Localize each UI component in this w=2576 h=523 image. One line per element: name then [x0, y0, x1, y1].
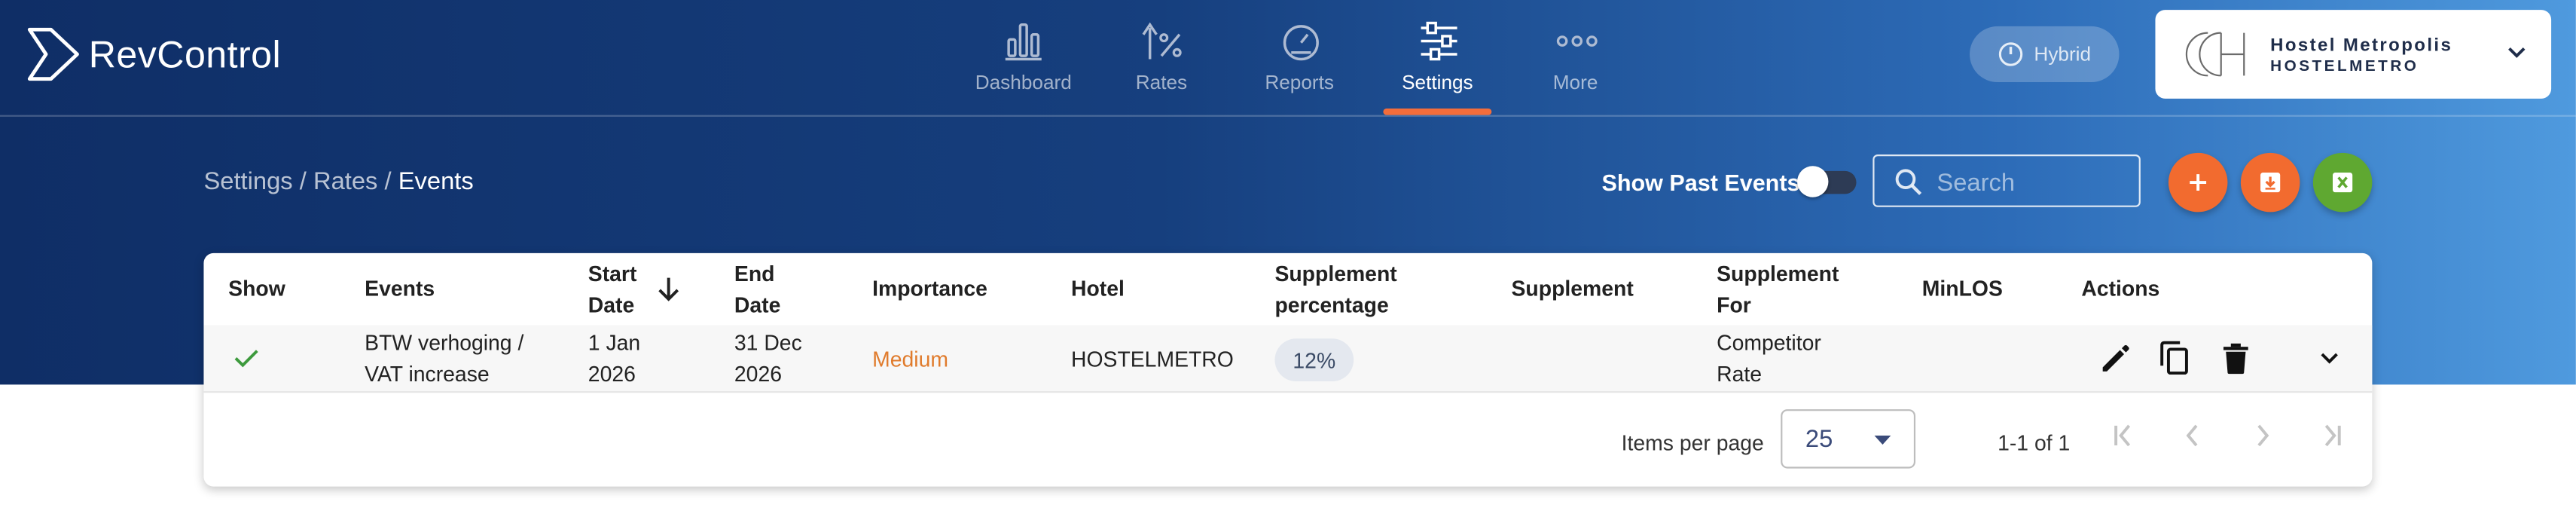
cell-start-date: 1 Jan 2026 — [588, 327, 640, 390]
plus-icon — [2190, 174, 2207, 191]
column-header-supp-pct-line1: Supplement — [1274, 261, 1397, 286]
column-header-show: Show — [228, 276, 285, 301]
items-per-page-select[interactable]: 25 — [1781, 409, 1916, 469]
arrow-down-sort-icon[interactable] — [657, 276, 680, 302]
download-button[interactable] — [2240, 152, 2300, 213]
column-header-start-line2: Date — [588, 292, 635, 317]
items-per-page-value: 25 — [1805, 425, 1833, 454]
items-per-page-label: Items per page — [1621, 430, 1764, 456]
cell-supp-for-line1: Competitor — [1717, 330, 1821, 356]
nav-rates[interactable]: Rates — [1107, 0, 1216, 115]
nav-reports[interactable]: Reports — [1245, 0, 1354, 115]
check-icon — [234, 350, 258, 368]
breadcrumb-current: Events — [398, 167, 474, 196]
hotel-name: Hostel Metropolis — [2270, 35, 2453, 57]
nav-label-settings: Settings — [1402, 70, 1473, 94]
sliders-icon — [1421, 21, 1457, 61]
hotel-code: HOSTELMETRO — [2270, 57, 2419, 76]
toggle-thumb — [1797, 166, 1829, 197]
main-nav: Dashboard Rates Reports Settings More — [969, 0, 1659, 115]
column-header-minlos[interactable]: MinLOS — [1922, 273, 2003, 304]
add-event-button[interactable] — [2168, 152, 2228, 213]
cell-supplement-for: Competitor Rate — [1717, 327, 1821, 390]
pagination-bar: Items per page 25 1-1 of 1 — [203, 391, 2372, 486]
column-header-start-line1: Start — [588, 261, 637, 286]
hotel-logo-icon — [2185, 32, 2245, 77]
download-icon — [2260, 173, 2281, 193]
column-header-end-line2: Date — [734, 292, 781, 317]
gauge-small-icon — [1999, 42, 2023, 66]
nav-label-reports: Reports — [1265, 70, 1335, 94]
chevron-down-icon[interactable] — [2507, 46, 2526, 59]
more-dots-icon — [1556, 35, 1598, 47]
nav-label-more: More — [1552, 70, 1598, 94]
column-header-supplement[interactable]: Supplement — [1512, 273, 1634, 304]
breadcrumb-rates[interactable]: Rates — [313, 167, 377, 195]
cell-hotel: HOSTELMETRO — [1071, 347, 1234, 372]
search-input[interactable] — [1934, 162, 2138, 203]
table-header: Show Events Start Date End Date Importan… — [203, 253, 2373, 328]
cell-event-line2: VAT increase — [365, 361, 490, 387]
column-header-end-line1: End — [734, 261, 775, 286]
top-navigation-bar: RevControl Dashboard Rates Reports Setti… — [0, 0, 2576, 117]
column-header-supp-for-line2: For — [1717, 292, 1751, 317]
table-row[interactable]: BTW verhoging / VAT increase 1 Jan 2026 … — [203, 325, 2373, 393]
last-page-icon[interactable] — [2316, 421, 2346, 450]
cell-supp-for-line2: Rate — [1717, 361, 1763, 387]
column-header-supp-for-line1: Supplement — [1717, 261, 1839, 286]
edit-icon[interactable] — [2099, 342, 2132, 375]
nav-more[interactable]: More — [1521, 0, 1630, 115]
delete-icon[interactable] — [2221, 342, 2251, 375]
search-icon — [1895, 169, 1922, 195]
first-page-icon[interactable] — [2109, 421, 2138, 450]
nav-settings[interactable]: Settings — [1383, 0, 1492, 115]
show-past-events-label: Show Past Events: — [1601, 169, 1808, 196]
mode-toggle-button[interactable]: Hybrid — [1970, 26, 2120, 83]
dropdown-arrow-icon — [1874, 435, 1891, 445]
cell-start-line1: 1 Jan — [588, 330, 641, 356]
breadcrumb-separator: / — [377, 167, 398, 196]
column-header-supp-pct-line2: percentage — [1274, 292, 1389, 317]
nav-dashboard[interactable]: Dashboard — [969, 0, 1078, 115]
expand-row-chevron-icon[interactable] — [2320, 352, 2339, 365]
rate-percent-icon — [1142, 22, 1182, 60]
cell-start-line2: 2026 — [588, 361, 636, 387]
cell-event-name: BTW verhoging / VAT increase — [365, 327, 523, 390]
column-header-supplement-for[interactable]: Supplement For — [1717, 258, 1839, 320]
mode-label: Hybrid — [2034, 42, 2092, 66]
nav-label-dashboard: Dashboard — [975, 70, 1072, 94]
show-past-events-toggle[interactable] — [1797, 166, 1857, 197]
column-header-hotel[interactable]: Hotel — [1071, 273, 1125, 304]
next-page-icon[interactable] — [2248, 421, 2277, 450]
previous-page-icon[interactable] — [2178, 421, 2208, 450]
column-header-supplement-percentage[interactable]: Supplement percentage — [1274, 258, 1396, 320]
cell-importance: Medium — [872, 347, 948, 372]
pagination-range: 1-1 of 1 — [1998, 430, 2071, 456]
nav-label-rates: Rates — [1135, 70, 1188, 94]
copy-icon[interactable] — [2159, 340, 2192, 376]
revcontrol-logo-icon — [27, 27, 79, 81]
hotel-selector[interactable]: Hostel Metropolis HOSTELMETRO — [2155, 10, 2552, 99]
column-header-end-date[interactable]: End Date — [734, 258, 780, 320]
app-logo[interactable]: RevControl — [26, 26, 281, 82]
column-header-importance[interactable]: Importance — [872, 273, 987, 304]
cell-end-date: 31 Dec 2026 — [734, 327, 802, 390]
bar-chart-icon — [1005, 23, 1042, 61]
supplement-percentage-badge: 12% — [1274, 338, 1354, 381]
app-name: RevControl — [88, 32, 282, 75]
breadcrumb-separator: / — [292, 167, 313, 196]
events-table-card: Show Events Start Date End Date Importan… — [203, 252, 2373, 487]
cell-end-line2: 2026 — [734, 361, 782, 387]
breadcrumb: Settings / Rates / Events — [203, 167, 473, 195]
cell-event-line1: BTW verhoging / — [365, 330, 524, 356]
column-header-actions: Actions — [2081, 276, 2160, 301]
cell-end-line1: 31 Dec — [734, 330, 802, 356]
excel-icon — [2333, 173, 2353, 193]
gauge-icon — [1283, 25, 1319, 61]
search-field[interactable] — [1872, 154, 2141, 207]
breadcrumb-settings[interactable]: Settings — [203, 167, 292, 195]
column-header-events[interactable]: Events — [365, 273, 435, 304]
column-header-start-date[interactable]: Start Date — [588, 258, 637, 320]
export-excel-button[interactable] — [2312, 152, 2373, 213]
